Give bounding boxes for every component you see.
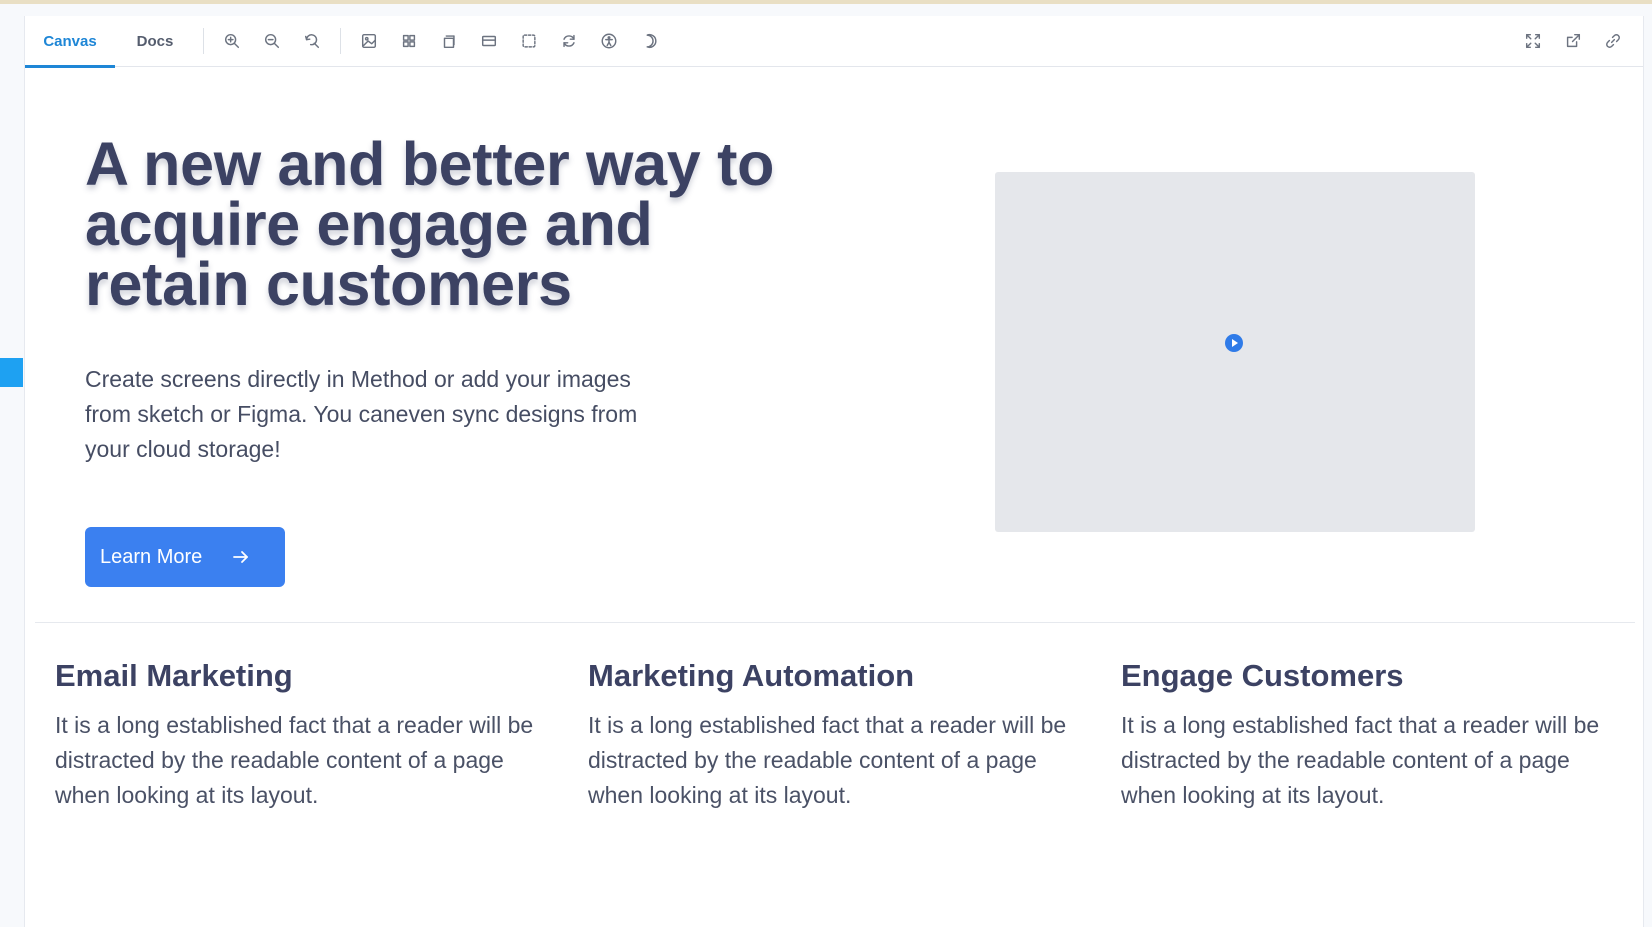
video-placeholder [995, 172, 1475, 532]
zoom-reset-icon[interactable] [296, 25, 328, 57]
learn-more-button[interactable]: Learn More [85, 527, 285, 587]
tab-docs[interactable]: Docs [115, 16, 195, 67]
preview-frame: Canvas Docs A new and better way to acqu… [24, 16, 1644, 927]
feature-title: Marketing Automation [588, 658, 915, 693]
refresh-icon[interactable] [553, 25, 585, 57]
open-new-tab-icon[interactable] [1557, 25, 1589, 57]
layers-icon[interactable] [433, 25, 465, 57]
feature-title: Email Marketing [55, 658, 293, 693]
feature-text: It is a long established fact that a rea… [55, 712, 534, 808]
toolbar-divider [203, 28, 204, 54]
image-icon[interactable] [353, 25, 385, 57]
feature-marketing-automation: Marketing Automation It is a long establ… [588, 658, 1068, 813]
feature-text: It is a long established fact that a rea… [1121, 712, 1600, 808]
play-icon[interactable] [1225, 334, 1243, 352]
fullscreen-icon[interactable] [1517, 25, 1549, 57]
learn-more-label: Learn More [100, 545, 203, 568]
accessibility-icon[interactable] [593, 25, 625, 57]
window-top-strip [0, 0, 1652, 4]
toolbar: Canvas Docs [25, 16, 1643, 68]
outline-icon[interactable] [513, 25, 545, 57]
grid-icon[interactable] [393, 25, 425, 57]
section-divider [35, 622, 1635, 623]
hero-title: A new and better way to acquire engage a… [85, 130, 775, 318]
feature-engage-customers: Engage Customers It is a long establishe… [1121, 658, 1601, 813]
zoom-in-icon[interactable] [216, 25, 248, 57]
card-icon[interactable] [473, 25, 505, 57]
toolbar-right [1513, 25, 1633, 57]
hero-description: Create screens directly in Method or add… [85, 366, 638, 462]
side-panel-handle[interactable] [0, 358, 23, 387]
feature-email-marketing: Email Marketing It is a long established… [55, 658, 535, 813]
tab-canvas[interactable]: Canvas [25, 16, 115, 68]
link-icon[interactable] [1597, 25, 1629, 57]
toolbar-divider [340, 28, 341, 54]
feature-title: Engage Customers [1121, 658, 1404, 693]
dark-mode-icon[interactable] [633, 25, 665, 57]
arrow-right-icon [230, 546, 252, 568]
feature-text: It is a long established fact that a rea… [588, 712, 1067, 808]
zoom-out-icon[interactable] [256, 25, 288, 57]
